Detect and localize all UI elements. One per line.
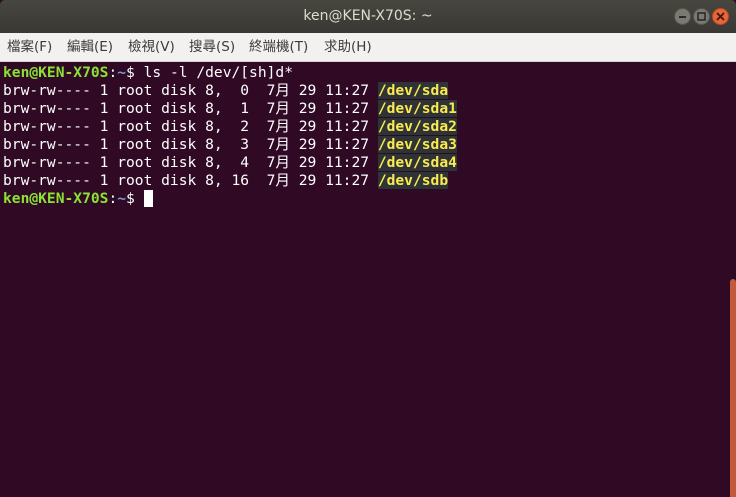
scrollbar-thumb[interactable] bbox=[730, 279, 736, 497]
device-name: /dev/sda bbox=[377, 82, 449, 99]
row-meta: brw-rw---- 1 root disk 8, 3 7月 29 11:27 bbox=[3, 136, 378, 153]
prompt-separator: : bbox=[108, 190, 118, 207]
prompt-path: ~ bbox=[117, 190, 127, 207]
text-cursor bbox=[143, 190, 153, 207]
close-icon bbox=[716, 12, 725, 21]
prompt-separator: : bbox=[108, 64, 118, 81]
active-prompt-line: ken@KEN-X70S:~$ bbox=[3, 190, 153, 208]
prompt-symbol: $ bbox=[126, 64, 135, 81]
row-meta: brw-rw---- 1 root disk 8, 16 7月 29 11:27 bbox=[3, 172, 378, 189]
prompt-path: ~ bbox=[117, 64, 127, 81]
output-row: brw-rw---- 1 root disk 8, 2 7月 29 11:27 … bbox=[3, 118, 457, 136]
menu-file[interactable]: 檔案(F) bbox=[7, 33, 52, 62]
device-name: /dev/sda2 bbox=[377, 118, 457, 135]
row-meta: brw-rw---- 1 root disk 8, 0 7月 29 11:27 bbox=[3, 82, 378, 99]
menu-view[interactable]: 檢視(V) bbox=[128, 33, 175, 62]
output-row: brw-rw---- 1 root disk 8, 1 7月 29 11:27 … bbox=[3, 100, 457, 118]
close-button[interactable] bbox=[712, 8, 729, 25]
output-row: brw-rw---- 1 root disk 8, 3 7月 29 11:27 … bbox=[3, 136, 457, 154]
menu-bar: 檔案(F) 編輯(E) 檢視(V) 搜尋(S) 終端機(T) 求助(H) bbox=[0, 33, 736, 62]
command-line: ken@KEN-X70S:~$ ls -l /dev/[sh]d* bbox=[3, 64, 293, 82]
output-row: brw-rw---- 1 root disk 8, 0 7月 29 11:27 … bbox=[3, 82, 449, 100]
title-bar[interactable]: ken@KEN-X70S: ~ bbox=[0, 0, 736, 33]
menu-help[interactable]: 求助(H) bbox=[324, 33, 372, 62]
device-name: /dev/sda3 bbox=[377, 136, 457, 153]
row-meta: brw-rw---- 1 root disk 8, 2 7月 29 11:27 bbox=[3, 118, 378, 135]
minimize-icon bbox=[679, 16, 686, 18]
output-row: brw-rw---- 1 root disk 8, 16 7月 29 11:27… bbox=[3, 172, 449, 190]
device-name: /dev/sda4 bbox=[377, 154, 457, 171]
command-text: ls -l /dev/[sh]d* bbox=[134, 64, 293, 81]
menu-search[interactable]: 搜尋(S) bbox=[189, 33, 235, 62]
prompt-user: ken@KEN-X70S bbox=[3, 190, 109, 207]
prompt-symbol: $ bbox=[126, 190, 135, 207]
prompt-user: ken@KEN-X70S bbox=[3, 64, 109, 81]
terminal-window: ken@KEN-X70S: ~ 檔案(F) 編輯(E) 檢視(V) 搜尋(S) … bbox=[0, 0, 736, 497]
terminal-output[interactable]: ken@KEN-X70S:~$ ls -l /dev/[sh]d* brw-rw… bbox=[0, 62, 730, 497]
device-name: /dev/sdb bbox=[377, 172, 449, 189]
maximize-button[interactable] bbox=[693, 8, 710, 25]
minimize-button[interactable] bbox=[674, 8, 691, 25]
terminal-scrollbar[interactable] bbox=[730, 62, 736, 497]
device-name: /dev/sda1 bbox=[377, 100, 457, 117]
window-title: ken@KEN-X70S: ~ bbox=[303, 8, 433, 24]
output-row: brw-rw---- 1 root disk 8, 4 7月 29 11:27 … bbox=[3, 154, 457, 172]
row-meta: brw-rw---- 1 root disk 8, 4 7月 29 11:27 bbox=[3, 154, 378, 171]
row-meta: brw-rw---- 1 root disk 8, 1 7月 29 11:27 bbox=[3, 100, 378, 117]
menu-terminal[interactable]: 終端機(T) bbox=[249, 33, 308, 62]
menu-edit[interactable]: 編輯(E) bbox=[67, 33, 113, 62]
maximize-icon bbox=[697, 12, 706, 21]
